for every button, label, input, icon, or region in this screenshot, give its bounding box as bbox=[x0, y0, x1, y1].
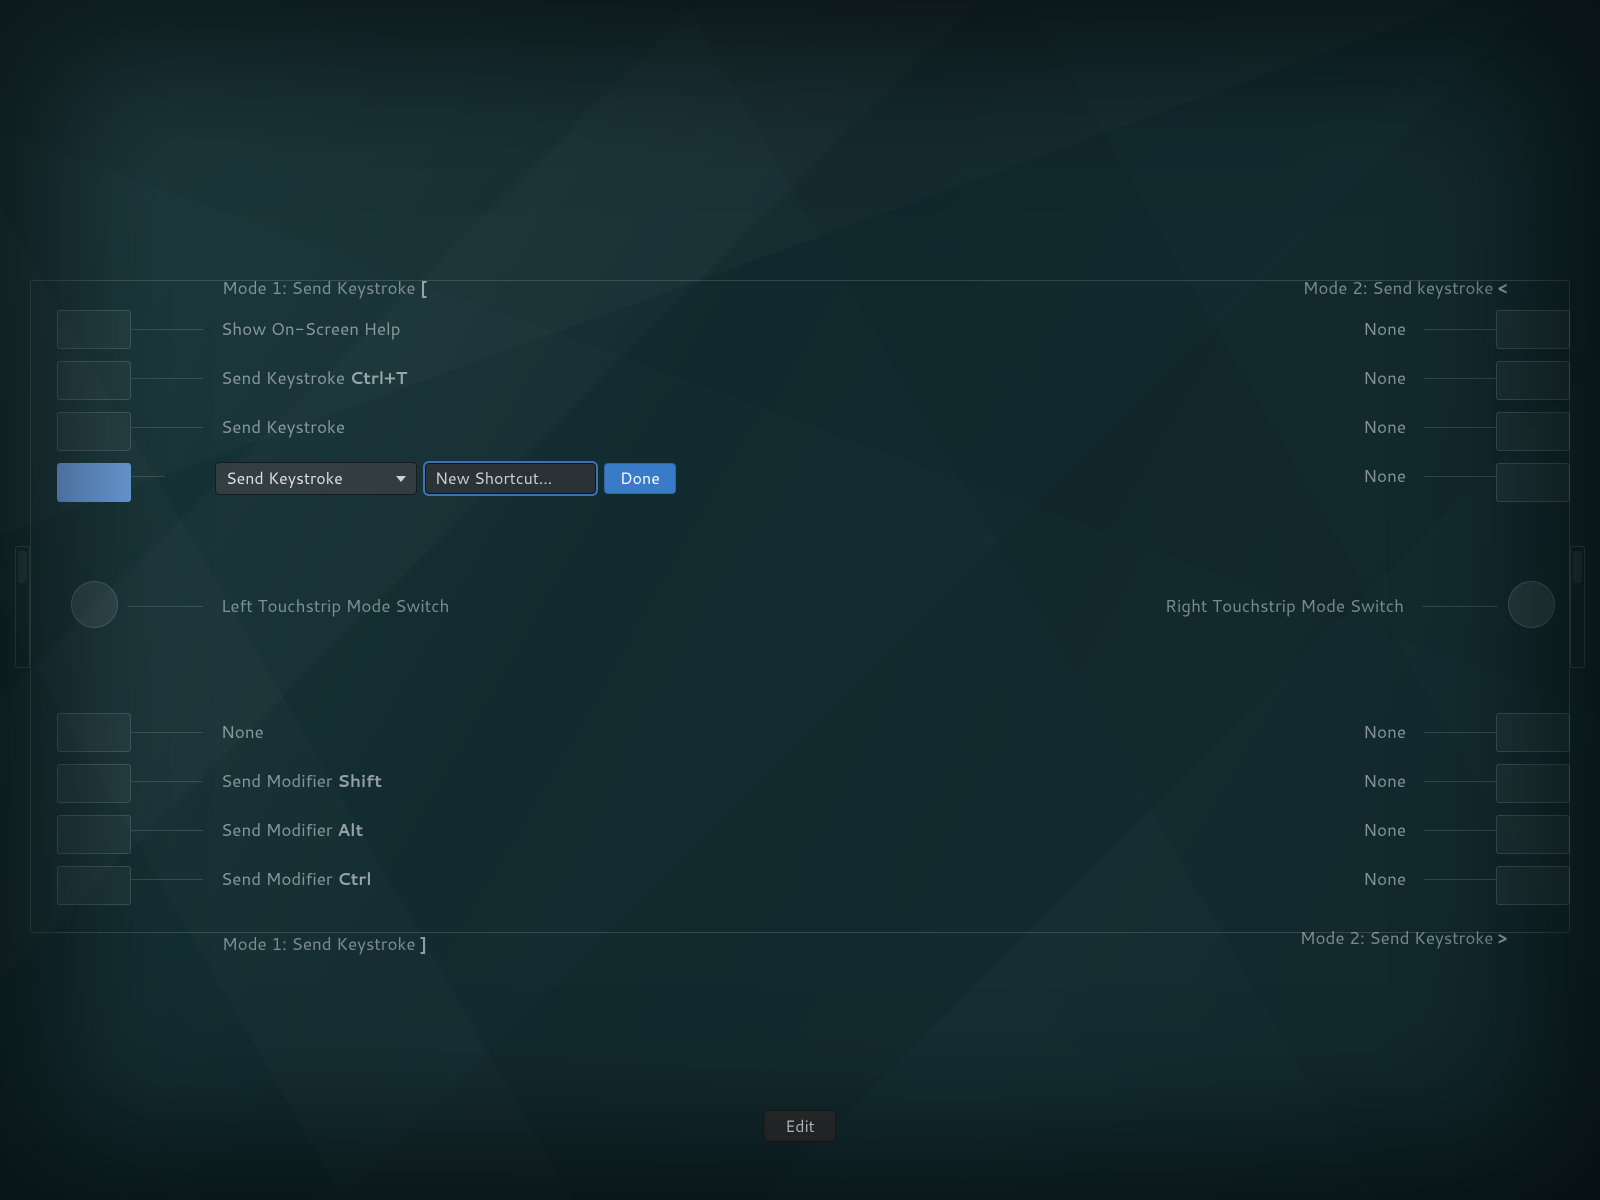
right-lower-2-text: None bbox=[1363, 769, 1406, 793]
right-touchstrip-label: Right Touchstrip Mode Switch bbox=[1165, 594, 1404, 618]
right-upper-label-3: None bbox=[1363, 408, 1496, 446]
right-upper-4-text: None bbox=[1363, 464, 1406, 488]
left-lower-label-2: Send Modifier Shift bbox=[131, 762, 382, 800]
left-lower-btn-1[interactable] bbox=[57, 713, 131, 752]
wacom-button-mapping-overlay: Mode 1: Send Keystroke [ Mode 2: Send ke… bbox=[0, 0, 1600, 1200]
right-upper-btn-3[interactable] bbox=[1496, 412, 1570, 451]
left-upper-buttons bbox=[57, 310, 131, 502]
left-lower-3-text: Send Modifier bbox=[221, 818, 337, 842]
left-lower-btn-3[interactable] bbox=[57, 815, 131, 854]
right-lower-4-text: None bbox=[1363, 867, 1406, 891]
left-upper-label-3: Send Keystroke bbox=[131, 408, 345, 446]
mode1-bottom-left: Mode 1: Send Keystroke ] bbox=[222, 932, 427, 956]
left-touchstrip-label: Left Touchstrip Mode Switch bbox=[221, 594, 449, 618]
connector-line bbox=[1422, 606, 1498, 607]
right-upper-label-1: None bbox=[1363, 310, 1496, 348]
mode2-bottom-right-prefix: Mode 2: Send Keystroke bbox=[1300, 926, 1498, 950]
connector-line bbox=[131, 329, 203, 330]
edit-button[interactable]: Edit bbox=[763, 1110, 836, 1142]
connector-line bbox=[1424, 329, 1496, 330]
right-mode-circle[interactable] bbox=[1508, 581, 1555, 628]
button-action-editor: Send Keystroke Done bbox=[215, 462, 676, 495]
right-lower-label-3: None bbox=[1363, 811, 1496, 849]
connector-line bbox=[1424, 378, 1496, 379]
connector-line bbox=[1424, 879, 1496, 880]
left-upper-btn-3[interactable] bbox=[57, 412, 131, 451]
connector-line bbox=[1424, 781, 1496, 782]
left-upper-btn-4[interactable] bbox=[57, 463, 131, 502]
right-lower-label-1: None bbox=[1363, 713, 1496, 751]
right-lower-label-2: None bbox=[1363, 762, 1496, 800]
left-touchstrip-label-row: Left Touchstrip Mode Switch bbox=[127, 596, 449, 616]
mode1-bottom-left-prefix: Mode 1: Send Keystroke bbox=[222, 932, 420, 956]
left-lower-label-1: None bbox=[131, 713, 264, 751]
mode-labels-bottom: Mode 1: Send Keystroke ] Mode 2: Send Ke… bbox=[0, 932, 1600, 956]
left-lower-label-4: Send Modifier Ctrl bbox=[131, 860, 372, 898]
right-upper-btn-2[interactable] bbox=[1496, 361, 1570, 400]
connector-line bbox=[131, 781, 203, 782]
right-lower-3-text: None bbox=[1363, 818, 1406, 842]
left-upper-label-4 bbox=[131, 457, 183, 495]
connector-line bbox=[131, 830, 203, 831]
done-button[interactable]: Done bbox=[604, 463, 676, 494]
connector-line bbox=[131, 879, 203, 880]
connector-line bbox=[1424, 732, 1496, 733]
right-upper-1-text: None bbox=[1363, 317, 1406, 341]
right-upper-2-text: None bbox=[1363, 366, 1406, 390]
connector-line bbox=[127, 606, 203, 607]
right-touchstrip-label-row: Right Touchstrip Mode Switch bbox=[1165, 596, 1498, 616]
left-lower-buttons bbox=[57, 713, 131, 905]
mode2-bottom-right-key: > bbox=[1498, 926, 1507, 950]
left-lower-2-text: Send Modifier bbox=[221, 769, 337, 793]
left-lower-btn-4[interactable] bbox=[57, 866, 131, 905]
left-upper-3-text: Send Keystroke bbox=[221, 415, 345, 439]
action-type-selected: Send Keystroke bbox=[226, 467, 343, 490]
right-lower-buttons bbox=[1496, 713, 1570, 905]
left-upper-label-1: Show On-Screen Help bbox=[131, 310, 401, 348]
left-upper-1-text: Show On-Screen Help bbox=[221, 317, 401, 341]
mode2-bottom-right: Mode 2: Send Keystroke > bbox=[1300, 926, 1507, 950]
right-lower-label-4: None bbox=[1363, 860, 1496, 898]
action-type-combo[interactable]: Send Keystroke bbox=[215, 462, 417, 495]
right-upper-3-text: None bbox=[1363, 415, 1406, 439]
left-upper-btn-1[interactable] bbox=[57, 310, 131, 349]
connector-line bbox=[1424, 830, 1496, 831]
left-lower-btn-2[interactable] bbox=[57, 764, 131, 803]
connector-line bbox=[131, 378, 203, 379]
right-lower-1-text: None bbox=[1363, 720, 1406, 744]
connector-line bbox=[1424, 476, 1496, 477]
right-upper-label-2: None bbox=[1363, 359, 1496, 397]
left-upper-btn-2[interactable] bbox=[57, 361, 131, 400]
shortcut-input[interactable] bbox=[425, 463, 596, 494]
right-upper-btn-1[interactable] bbox=[1496, 310, 1570, 349]
left-upper-2-bold: Ctrl+T bbox=[350, 366, 407, 390]
left-upper-2-text: Send Keystroke bbox=[221, 366, 350, 390]
right-lower-btn-3[interactable] bbox=[1496, 815, 1570, 854]
left-lower-4-bold: Ctrl bbox=[337, 867, 371, 891]
left-mode-circle[interactable] bbox=[71, 581, 118, 628]
right-lower-btn-4[interactable] bbox=[1496, 866, 1570, 905]
right-upper-label-4: None bbox=[1363, 457, 1496, 495]
connector-line bbox=[131, 476, 165, 477]
right-upper-btn-4[interactable] bbox=[1496, 463, 1570, 502]
mode1-bottom-left-key: ] bbox=[420, 932, 426, 956]
left-lower-1-text: None bbox=[221, 720, 264, 744]
right-touchstrip bbox=[1570, 546, 1585, 668]
chevron-down-icon bbox=[396, 476, 406, 482]
left-lower-2-bold: Shift bbox=[337, 769, 382, 793]
connector-line bbox=[131, 732, 203, 733]
left-lower-3-bold: Alt bbox=[337, 818, 363, 842]
left-touchstrip bbox=[15, 546, 30, 668]
right-lower-btn-1[interactable] bbox=[1496, 713, 1570, 752]
right-lower-btn-2[interactable] bbox=[1496, 764, 1570, 803]
left-upper-label-2: Send Keystroke Ctrl+T bbox=[131, 359, 407, 397]
connector-line bbox=[131, 427, 203, 428]
left-lower-label-3: Send Modifier Alt bbox=[131, 811, 363, 849]
left-lower-4-text: Send Modifier bbox=[221, 867, 337, 891]
connector-line bbox=[1424, 427, 1496, 428]
right-upper-buttons bbox=[1496, 310, 1570, 502]
